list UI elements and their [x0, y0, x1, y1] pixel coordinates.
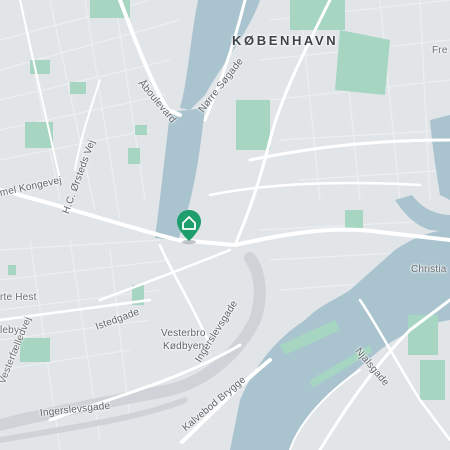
- edge-label-left-1: rte Hest: [0, 292, 37, 303]
- map-canvas[interactable]: KØBENHAVN Åboulevard Nørre Søgade H.C. Ø…: [0, 0, 450, 450]
- home-icon: [177, 210, 201, 245]
- district-label-vesterbro: Vesterbro: [161, 328, 206, 339]
- location-marker[interactable]: [175, 209, 203, 247]
- district-label-kodbyen: Kødbyen: [163, 341, 205, 352]
- edge-label-right: Christia: [411, 264, 447, 275]
- city-label: KØBENHAVN: [232, 33, 339, 48]
- edge-label-top-right: Fre: [432, 45, 448, 56]
